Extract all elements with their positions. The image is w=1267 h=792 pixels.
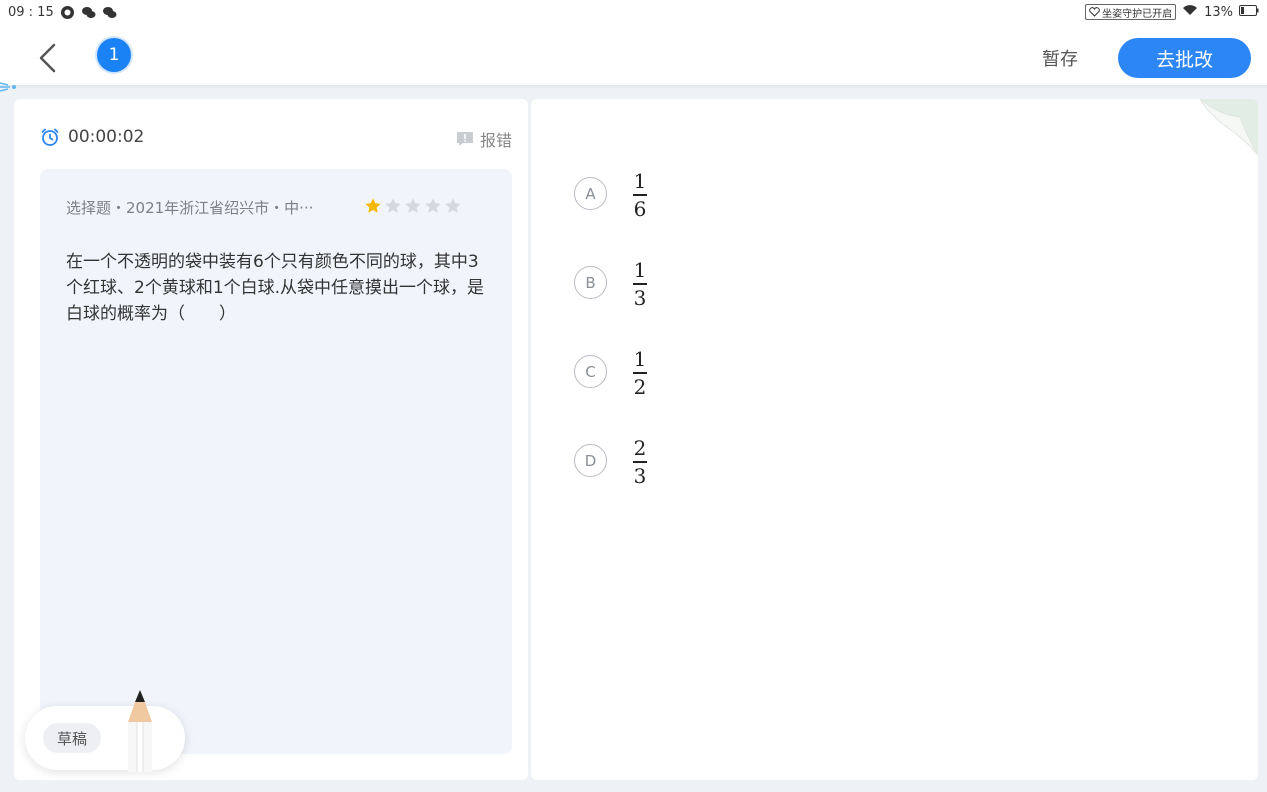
option-fraction: 23 bbox=[633, 436, 647, 488]
fraction-numerator: 1 bbox=[633, 347, 647, 371]
question-number-badge[interactable]: 1 bbox=[97, 38, 131, 72]
top-bar: 1 暂存 去批改 bbox=[0, 24, 1267, 86]
battery-icon bbox=[1239, 4, 1259, 20]
option-list: A16B13C12D23 bbox=[574, 169, 647, 525]
option-fraction: 16 bbox=[633, 169, 647, 221]
report-label: 报错 bbox=[479, 131, 512, 150]
heart-icon bbox=[1089, 7, 1100, 17]
option-d[interactable]: D23 bbox=[574, 436, 647, 525]
page-curl-icon bbox=[1200, 99, 1258, 155]
draft-pad[interactable]: 草稿 bbox=[25, 690, 185, 772]
fraction-denominator: 2 bbox=[633, 374, 647, 399]
posture-guard-badge: 坐姿守护已开启 bbox=[1085, 4, 1177, 20]
timer-value: 00:00:02 bbox=[68, 127, 145, 147]
question-panel: 00:00:02 报错 选择题・2021年浙江省绍兴市・中··· 在一个不透明的… bbox=[14, 99, 528, 780]
report-icon bbox=[456, 132, 473, 146]
report-error-button[interactable]: 报错 bbox=[456, 127, 512, 151]
header-divider bbox=[0, 85, 1267, 89]
fraction-bar bbox=[633, 461, 647, 463]
option-c[interactable]: C12 bbox=[574, 347, 647, 436]
posture-guard-text: 坐姿守护已开启 bbox=[1102, 8, 1173, 20]
option-letter[interactable]: A bbox=[574, 177, 607, 210]
fraction-numerator: 1 bbox=[633, 258, 647, 282]
star-empty-icon bbox=[425, 198, 441, 213]
wechat-icon-2 bbox=[102, 5, 117, 20]
fraction-denominator: 3 bbox=[633, 285, 647, 310]
fraction-denominator: 6 bbox=[633, 196, 647, 221]
option-fraction: 12 bbox=[633, 347, 647, 399]
option-letter[interactable]: C bbox=[574, 355, 607, 388]
battery-text: 13% bbox=[1204, 4, 1233, 20]
option-letter[interactable]: B bbox=[574, 266, 607, 299]
star-empty-icon bbox=[445, 198, 461, 213]
status-bar-left: 09 : 15 bbox=[8, 5, 117, 20]
submit-grade-button[interactable]: 去批改 bbox=[1118, 38, 1251, 78]
back-button[interactable] bbox=[32, 40, 62, 76]
side-edge-marker-icon bbox=[0, 82, 16, 92]
fraction-numerator: 2 bbox=[633, 436, 647, 460]
alarm-clock-icon bbox=[41, 128, 59, 146]
option-fraction: 13 bbox=[633, 258, 647, 310]
star-empty-icon bbox=[385, 198, 401, 213]
difficulty-stars bbox=[364, 197, 462, 215]
wechat-icon bbox=[81, 5, 96, 20]
save-draft-button[interactable]: 暂存 bbox=[1030, 44, 1090, 72]
fraction-bar bbox=[633, 194, 647, 196]
back-arrow-icon bbox=[39, 43, 56, 73]
star-filled-icon bbox=[365, 198, 381, 213]
option-a[interactable]: A16 bbox=[574, 169, 647, 258]
question-card: 选择题・2021年浙江省绍兴市・中··· 在一个不透明的袋中装有6个只有颜色不同… bbox=[40, 169, 512, 754]
option-letter[interactable]: D bbox=[574, 444, 607, 477]
fraction-denominator: 3 bbox=[633, 463, 647, 488]
timer: 00:00:02 bbox=[40, 127, 144, 147]
app-notification-icon bbox=[60, 5, 75, 20]
status-bar-right: 坐姿守护已开启 13% bbox=[1085, 4, 1259, 20]
wifi-icon bbox=[1182, 4, 1198, 20]
pencil-icon bbox=[128, 690, 152, 772]
draft-button[interactable]: 草稿 bbox=[43, 723, 101, 753]
fraction-bar bbox=[633, 372, 647, 374]
options-panel: A16B13C12D23 bbox=[531, 99, 1258, 780]
star-empty-icon bbox=[405, 198, 421, 213]
question-text: 在一个不透明的袋中装有6个只有颜色不同的球，其中3个红球、2个黄球和1个白球.从… bbox=[66, 252, 485, 324]
fraction-bar bbox=[633, 283, 647, 285]
clock-text: 09 : 15 bbox=[8, 4, 54, 20]
option-b[interactable]: B13 bbox=[574, 258, 647, 347]
status-bar: 09 : 15 坐姿守护已开启 13% bbox=[0, 0, 1267, 24]
question-meta: 选择题・2021年浙江省绍兴市・中··· bbox=[66, 199, 314, 217]
fraction-numerator: 1 bbox=[633, 169, 647, 193]
